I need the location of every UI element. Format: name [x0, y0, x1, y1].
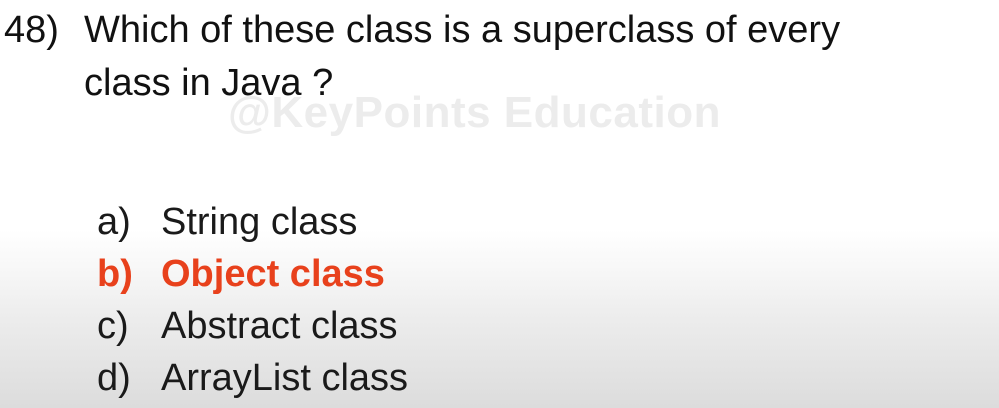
question-number: 48)	[4, 9, 59, 51]
option-d: d) ArrayList class	[97, 352, 408, 404]
option-letter: a)	[97, 201, 131, 243]
option-letter: d)	[97, 357, 131, 399]
option-b-correct: b) Object class	[97, 248, 408, 300]
option-text: String class	[161, 201, 358, 243]
option-letter: b)	[97, 253, 133, 295]
question-line-1: Which of these class is a superclass of …	[84, 9, 841, 51]
option-text: ArrayList class	[161, 357, 409, 399]
option-letter: c)	[97, 305, 129, 347]
option-text: Object class	[161, 253, 385, 295]
option-c: c) Abstract class	[97, 300, 408, 352]
option-text: Abstract class	[161, 305, 398, 347]
quiz-slide: 48) Which of these class is a superclass …	[0, 0, 999, 408]
option-a: a) String class	[97, 196, 408, 248]
answer-options: a) String class b) Object class c) Abstract…	[97, 196, 408, 404]
watermark: @KeyPoints Education	[228, 88, 721, 137]
